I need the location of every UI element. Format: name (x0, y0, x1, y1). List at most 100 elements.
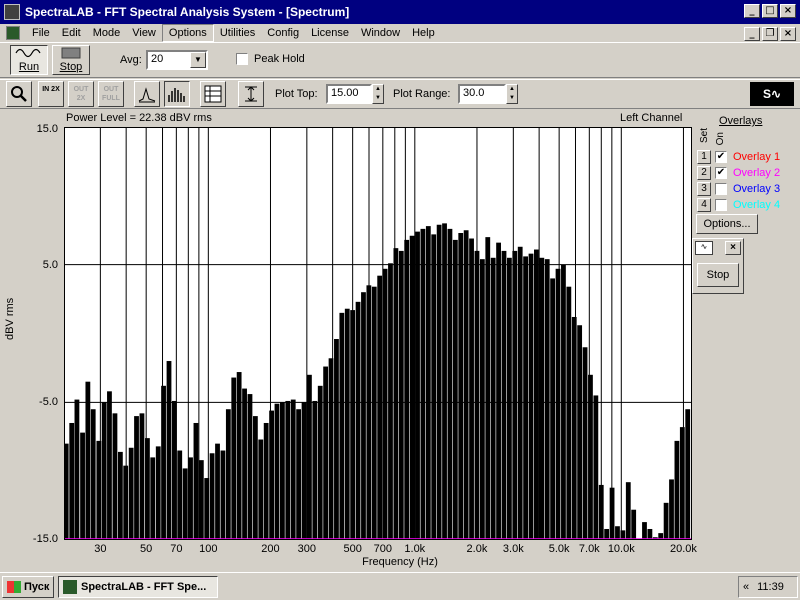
tray-expand-icon[interactable]: « (743, 581, 749, 593)
spectrum-bar (501, 250, 507, 540)
overlay-options-button[interactable]: Options... (696, 214, 758, 234)
minimize-button[interactable]: _ (744, 4, 760, 18)
spectrum-bar (452, 239, 458, 540)
overlay-set-button[interactable]: 2 (697, 166, 711, 180)
x-tick-label: 1.0k (404, 543, 426, 555)
taskbar-item-spectralab[interactable]: SpectraLAB - FFT Spe... (58, 576, 218, 598)
peak-hold-option[interactable]: Peak Hold (236, 53, 305, 65)
doc-restore-button[interactable]: ❐ (762, 27, 778, 41)
menu-license[interactable]: License (305, 25, 355, 41)
spectrum-bar (447, 228, 453, 540)
spectrum-bar (588, 374, 593, 540)
menu-mode[interactable]: Mode (87, 25, 127, 41)
overlay-set-button[interactable]: 1 (697, 150, 711, 164)
menu-help[interactable]: Help (406, 25, 441, 41)
menu-view[interactable]: View (126, 25, 162, 41)
zoom-in-2x-button[interactable]: IN 2X (38, 81, 64, 107)
overlay-set-button[interactable]: 4 (697, 198, 711, 212)
document-icon[interactable] (6, 26, 20, 40)
spectrum-bar (74, 399, 80, 540)
menu-file[interactable]: File (26, 25, 56, 41)
spectrum-bar (312, 400, 318, 540)
spectrum-bar (193, 422, 199, 540)
avg-select[interactable]: 20 ▼ (146, 50, 208, 70)
overlay-checkbox[interactable]: ✔ (715, 167, 727, 179)
zoom-out-2x-button[interactable]: OUT 2X (68, 81, 94, 107)
table-icon (204, 85, 222, 103)
spectrum-bar (231, 377, 237, 540)
line-graph-button[interactable] (134, 81, 160, 107)
task-label: SpectraLAB - FFT Spe... (81, 581, 207, 593)
spectrum-bar (366, 285, 372, 540)
mini-stop-button[interactable]: Stop (697, 263, 739, 287)
spectrum-bar (550, 278, 556, 540)
spectrum-bar (382, 268, 388, 540)
overlay-row: 4 Overlay 4 (697, 197, 780, 213)
window-titlebar[interactable]: SpectraLAB - FFT Spectral Analysis Syste… (0, 0, 800, 24)
scale-adjust-button[interactable] (238, 81, 264, 107)
spectrum-bar (544, 259, 550, 540)
doc-close-button[interactable]: × (780, 27, 796, 41)
doc-minimize-button[interactable]: _ (744, 27, 760, 41)
overlay-set-button[interactable]: 3 (697, 182, 711, 196)
spectrum-plot[interactable] (64, 127, 692, 540)
spectrum-bar (512, 250, 518, 540)
spectralab-logo-icon: S∿ (750, 82, 794, 106)
menu-config[interactable]: Config (261, 25, 305, 41)
spectrum-bar (642, 522, 647, 540)
x-tick-label: 200 (261, 543, 280, 555)
mini-control-panel: ∿ × Stop (692, 238, 744, 294)
menu-window[interactable]: Window (355, 25, 406, 41)
zoom-out-full-button[interactable]: OUT FULL (98, 81, 124, 107)
plot-range-spinner[interactable]: ▲ ▼ (506, 84, 518, 104)
overlay-name[interactable]: Overlay 2 (733, 167, 780, 179)
plot-top-input[interactable]: 15.00 (326, 84, 372, 104)
magnifier-icon (11, 86, 27, 102)
clock: 11:39 (757, 581, 784, 593)
plot-top-spinner[interactable]: ▲ ▼ (372, 84, 384, 104)
x-axis-title: Frequency (Hz) (362, 556, 438, 568)
x-tick-label: 2.0k (466, 543, 488, 555)
zoom-button[interactable] (6, 81, 32, 107)
peak-hold-checkbox[interactable] (236, 53, 248, 65)
overlay-name[interactable]: Overlay 3 (733, 183, 780, 195)
x-tick-label: 3.0k (502, 543, 524, 555)
menu-utilities[interactable]: Utilities (214, 25, 261, 41)
plot-range-input[interactable]: 30.0 (458, 84, 506, 104)
start-button[interactable]: Пуск (2, 576, 54, 598)
mini-close-button[interactable]: × (725, 241, 741, 255)
zoom-in-2x-label: IN 2X (42, 86, 60, 93)
spectrum-bar (577, 325, 583, 540)
spectrum-bar (215, 443, 220, 540)
wave-mini-icon: ∿ (695, 241, 713, 255)
taskbar: Пуск SpectraLAB - FFT Spe... « 11:39 (0, 572, 800, 600)
spectrum-bar (80, 432, 85, 540)
spectrum-bar (134, 416, 139, 540)
spectrum-bar (339, 312, 345, 540)
maximize-button[interactable]: □ (762, 4, 778, 18)
on-label: On (715, 132, 726, 146)
run-button[interactable]: Run (10, 45, 48, 75)
table-view-button[interactable] (200, 81, 226, 107)
menu-edit[interactable]: Edit (56, 25, 87, 41)
close-button[interactable]: × (780, 4, 796, 18)
plot-top-label: Plot Top: (275, 88, 318, 100)
chevron-down-icon[interactable]: ▼ (190, 52, 206, 68)
spectrum-bar (350, 310, 356, 540)
spectrum-bar (317, 385, 323, 540)
peak-hold-label: Peak Hold (254, 53, 305, 65)
bar-graph-button[interactable] (164, 81, 190, 107)
spectrum-bar (566, 286, 572, 540)
overlays-title[interactable]: Overlays (719, 115, 762, 127)
spectrum-bar (506, 257, 512, 540)
menu-options[interactable]: Options (161, 24, 214, 42)
overlay-checkbox[interactable]: ✔ (715, 151, 727, 163)
overlay-checkbox[interactable] (715, 183, 727, 195)
overlay-checkbox[interactable] (715, 199, 727, 211)
overlay-name[interactable]: Overlay 4 (733, 199, 780, 211)
spectrum-bar (323, 366, 329, 540)
overlay-name[interactable]: Overlay 1 (733, 151, 780, 163)
spectralab-app-icon[interactable] (4, 4, 20, 20)
spectrum-bar (377, 275, 383, 540)
stop-button[interactable]: Stop (52, 45, 90, 75)
